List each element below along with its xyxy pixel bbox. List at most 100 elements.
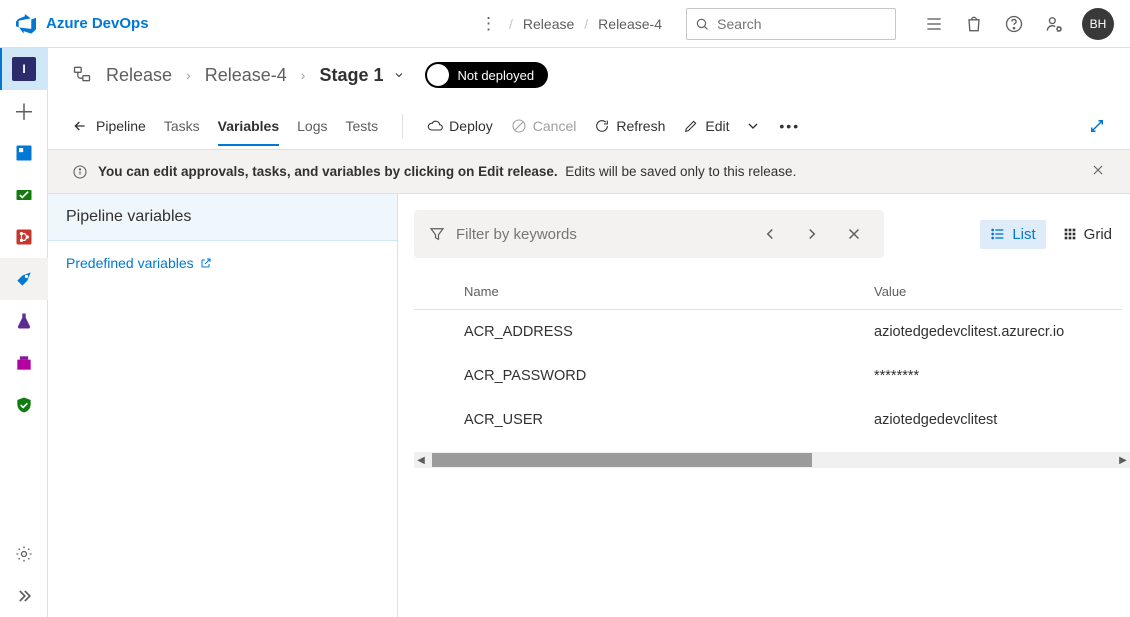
predefined-variables-link[interactable]: Predefined variables: [48, 241, 397, 285]
cell-value: aziotedgedevclitest.azurecr.io: [874, 324, 1064, 340]
edit-label: Edit: [705, 118, 729, 134]
marketplace-icon[interactable]: [954, 4, 994, 44]
toggle-knob: [427, 64, 449, 86]
variables-table: Name Value ACR_ADDRESS aziotedgedevclite…: [414, 276, 1130, 442]
deploy-button[interactable]: Deploy: [427, 118, 493, 134]
variables-side-panel: Pipeline variables Predefined variables: [48, 194, 398, 617]
edit-button[interactable]: Edit: [683, 118, 761, 134]
cell-name: ACR_PASSWORD: [464, 368, 874, 384]
azure-devops-logo-icon: [16, 14, 36, 34]
chevron-right-icon: ›: [186, 67, 191, 83]
col-header-value[interactable]: Value: [874, 284, 906, 299]
project-tile[interactable]: I: [0, 48, 48, 90]
chevron-right-icon: ›: [301, 67, 306, 83]
refresh-icon: [594, 118, 610, 134]
brand[interactable]: Azure DevOps: [16, 14, 246, 34]
nav-settings[interactable]: [0, 533, 48, 575]
crumb-stage[interactable]: Stage 1: [319, 65, 405, 86]
repos-icon: [14, 227, 34, 247]
cancel-icon: [511, 118, 527, 134]
testplans-icon: [14, 185, 34, 205]
filter-row: List Grid: [414, 210, 1130, 258]
crumb-release-n[interactable]: Release-4: [205, 65, 287, 86]
cancel-label: Cancel: [533, 118, 577, 134]
close-icon: [1090, 162, 1106, 178]
backlog-icon[interactable]: [914, 4, 954, 44]
view-grid-button[interactable]: Grid: [1052, 220, 1122, 249]
nav-boards[interactable]: [0, 132, 48, 174]
boards-icon: [14, 143, 34, 163]
user-settings-icon[interactable]: [1034, 4, 1074, 44]
sep: /: [584, 16, 588, 32]
back-to-pipeline[interactable]: Pipeline: [72, 118, 146, 134]
info-bold: You can edit approvals, tasks, and varia…: [98, 164, 558, 179]
nav-artifacts-lab[interactable]: [0, 300, 48, 342]
view-toggle: List Grid: [980, 220, 1122, 249]
table-row[interactable]: ACR_USER aziotedgedevclitest: [414, 398, 1122, 442]
tab-tests[interactable]: Tests: [345, 106, 378, 146]
help-icon[interactable]: [994, 4, 1034, 44]
more-button[interactable]: •••: [779, 118, 800, 134]
shield-check-icon: [14, 395, 34, 415]
nav-pipelines[interactable]: [0, 258, 48, 300]
arrow-left-icon: [72, 118, 88, 134]
view-list-button[interactable]: List: [980, 220, 1045, 249]
view-list-label: List: [1012, 226, 1035, 243]
info-close-button[interactable]: [1090, 162, 1106, 181]
suite-actions: BH: [914, 4, 1114, 44]
scroll-thumb[interactable]: [432, 453, 812, 467]
tab-tasks[interactable]: Tasks: [164, 106, 200, 146]
sep: /: [509, 16, 513, 32]
expand-icon: [1088, 117, 1106, 135]
chevron-down-icon: [745, 118, 761, 134]
nav-test-plans[interactable]: [0, 174, 48, 216]
external-link-icon: [200, 257, 212, 269]
search-input[interactable]: [717, 16, 887, 32]
cell-name: ACR_USER: [464, 412, 874, 428]
artifacts-icon: [14, 353, 34, 373]
tab-logs[interactable]: Logs: [297, 106, 327, 146]
crumb-release[interactable]: Release: [106, 65, 172, 86]
deploy-status-label: Not deployed: [457, 68, 534, 83]
scroll-right-icon[interactable]: ▶: [1116, 453, 1130, 467]
expand-button[interactable]: [1088, 117, 1106, 135]
double-chevron-right-icon: [14, 586, 34, 606]
avatar[interactable]: BH: [1082, 8, 1114, 40]
search-box[interactable]: [686, 8, 896, 40]
filter-clear-button[interactable]: [838, 218, 870, 250]
nav-add[interactable]: ＋: [0, 90, 48, 132]
nav-collapse[interactable]: [0, 575, 48, 617]
filter-next-button[interactable]: [796, 218, 828, 250]
deploy-label: Deploy: [449, 118, 493, 134]
horizontal-scrollbar[interactable]: ◀ ▶: [414, 452, 1130, 468]
breadcrumb-release[interactable]: Release: [523, 16, 574, 32]
filter-box[interactable]: [414, 210, 884, 258]
deploy-status-pill[interactable]: Not deployed: [425, 62, 548, 88]
nav-compliance[interactable]: [0, 384, 48, 426]
nav-repos[interactable]: [0, 216, 48, 258]
breadcrumb-menu-icon[interactable]: ⋮: [476, 11, 501, 36]
nav-rail: I ＋: [0, 48, 48, 617]
table-header: Name Value: [414, 276, 1122, 310]
table-row[interactable]: ACR_PASSWORD ********: [414, 354, 1122, 398]
table-row[interactable]: ACR_ADDRESS aziotedgedevclitest.azurecr.…: [414, 310, 1122, 354]
col-header-name[interactable]: Name: [464, 284, 874, 299]
info-icon: [72, 164, 88, 180]
info-rest: Edits will be saved only to this release…: [565, 164, 796, 179]
suite-breadcrumb: / Release / Release-4: [509, 16, 662, 32]
refresh-button[interactable]: Refresh: [594, 118, 665, 134]
cell-value: aziotedgedevclitest: [874, 412, 997, 428]
release-breadcrumb: Release › Release-4 › Stage 1 Not deploy…: [48, 48, 1130, 102]
scroll-left-icon[interactable]: ◀: [414, 453, 428, 467]
separator: [402, 114, 403, 138]
pipeline-variables-heading[interactable]: Pipeline variables: [48, 194, 397, 241]
cloud-deploy-icon: [427, 118, 443, 134]
nav-artifacts[interactable]: [0, 342, 48, 384]
cell-name: ACR_ADDRESS: [464, 324, 874, 340]
link-label: Predefined variables: [66, 255, 194, 271]
cell-value: ********: [874, 368, 919, 384]
cancel-button: Cancel: [511, 118, 577, 134]
filter-input[interactable]: [456, 226, 744, 243]
tab-variables[interactable]: Variables: [218, 106, 280, 146]
breadcrumb-release-n[interactable]: Release-4: [598, 16, 662, 32]
